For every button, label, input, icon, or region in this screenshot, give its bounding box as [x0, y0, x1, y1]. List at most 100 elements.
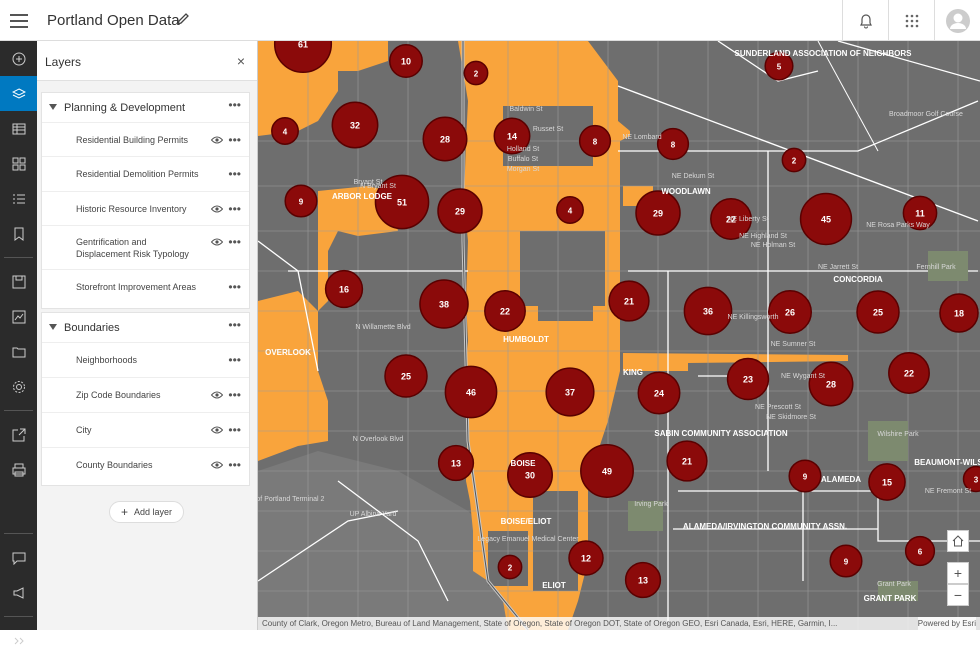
cluster-marker[interactable]: 46 — [444, 365, 498, 419]
more-options-icon[interactable]: ••• — [228, 424, 241, 436]
more-options-icon[interactable]: ••• — [228, 459, 241, 471]
add-layer-button[interactable]: + Add layer — [109, 501, 184, 523]
layer-item[interactable]: Historic Resource Inventory ••• — [42, 192, 249, 226]
more-options-icon[interactable]: ••• — [228, 319, 241, 331]
cluster-marker[interactable]: 29 — [635, 190, 681, 236]
visibility-eye-icon[interactable] — [211, 391, 223, 399]
cluster-marker[interactable]: 9 — [788, 459, 822, 493]
visibility-eye-icon[interactable] — [211, 461, 223, 469]
cluster-marker[interactable]: 13 — [624, 561, 662, 599]
cluster-marker[interactable]: 8 — [656, 127, 690, 161]
add-data-icon[interactable] — [0, 41, 37, 76]
cluster-marker[interactable]: 36 — [683, 286, 733, 336]
map-canvas[interactable]: 6110232428 148 8529 5129 4 2922 45111638222136… — [258, 41, 980, 630]
cluster-marker[interactable]: 37 — [545, 367, 595, 417]
powered-by-esri[interactable]: Powered by Esri — [917, 617, 976, 630]
layer-item[interactable]: County Boundaries ••• — [42, 448, 249, 484]
cluster-count: 2 — [474, 70, 479, 79]
cluster-marker[interactable]: 8 — [578, 124, 612, 158]
settings-gear-icon[interactable] — [0, 369, 37, 404]
cluster-marker[interactable]: 29 — [437, 188, 483, 234]
whats-new-megaphone-icon[interactable] — [0, 575, 37, 610]
cluster-marker[interactable]: 22 — [888, 352, 930, 394]
zoom-in-button[interactable]: + — [947, 562, 969, 584]
cluster-marker[interactable]: 13 — [437, 444, 475, 482]
analysis-chart-icon[interactable] — [0, 299, 37, 334]
expand-chevrons-icon[interactable] — [0, 623, 37, 658]
cluster-marker[interactable]: 15 — [868, 463, 906, 501]
more-options-icon[interactable]: ••• — [228, 354, 241, 366]
cluster-marker[interactable]: 9 — [284, 184, 318, 218]
layer-item[interactable]: Residential Building Permits ••• — [42, 123, 249, 157]
folder-icon[interactable] — [0, 334, 37, 369]
cluster-marker[interactable]: 2 — [497, 554, 523, 580]
visibility-eye-icon[interactable] — [211, 238, 223, 246]
cluster-marker[interactable]: 32 — [331, 101, 379, 149]
layer-item[interactable]: Gentrification and Displacement Risk Typ… — [42, 226, 249, 270]
more-options-icon[interactable]: ••• — [228, 389, 241, 401]
visibility-eye-icon[interactable] — [211, 136, 223, 144]
bookmark-icon[interactable] — [0, 216, 37, 251]
share-icon[interactable] — [0, 417, 37, 452]
more-options-icon[interactable]: ••• — [228, 236, 241, 248]
cluster-marker[interactable]: 28 — [422, 116, 468, 162]
group-header[interactable]: Boundaries ••• — [42, 313, 249, 343]
layer-item[interactable]: Storefront Improvement Areas ••• — [42, 270, 249, 304]
cluster-marker[interactable]: 12 — [568, 540, 604, 576]
cluster-marker[interactable]: 28 — [808, 361, 854, 407]
layer-item[interactable]: Neighborhoods ••• — [42, 343, 249, 378]
street-label: NE Skidmore St — [766, 414, 816, 421]
cluster-marker[interactable]: 4 — [271, 117, 299, 145]
layer-item[interactable]: Residential Demolition Permits ••• — [42, 157, 249, 192]
cluster-marker[interactable]: 38 — [419, 279, 469, 329]
more-options-icon[interactable]: ••• — [228, 203, 241, 215]
map-view[interactable]: 61 10 2 32 4 28 14 8 8 5 2 9 51 29 4 29 22 45 11 16 38 22 21 36… — [258, 41, 980, 630]
cluster-marker[interactable]: 2 — [781, 147, 807, 173]
more-options-icon[interactable]: ••• — [228, 99, 241, 111]
visibility-eye-icon[interactable] — [211, 426, 223, 434]
more-options-icon[interactable]: ••• — [228, 168, 241, 180]
cluster-marker[interactable]: 21 — [608, 280, 650, 322]
cluster-marker[interactable]: 4 — [556, 196, 584, 224]
cluster-marker[interactable]: 22 — [484, 290, 526, 332]
table-icon[interactable] — [0, 111, 37, 146]
cluster-marker[interactable]: 25 — [384, 354, 428, 398]
cluster-marker[interactable]: 26 — [767, 289, 813, 335]
cluster-count: 28 — [826, 380, 836, 390]
close-icon[interactable]: × — [237, 53, 245, 69]
cluster-marker[interactable]: 9 — [829, 544, 863, 578]
caret-down-icon[interactable] — [49, 324, 57, 330]
legend-list-icon[interactable] — [0, 181, 37, 216]
print-icon[interactable] — [0, 452, 37, 487]
cluster-marker[interactable]: 6 — [904, 535, 936, 567]
feedback-icon[interactable] — [0, 540, 37, 575]
group-header[interactable]: Planning & Development ••• — [42, 93, 249, 123]
layers-icon[interactable] — [0, 76, 37, 111]
cluster-count: 51 — [397, 198, 407, 208]
home-icon[interactable] — [947, 530, 969, 552]
cluster-marker[interactable]: 16 — [324, 269, 364, 309]
save-icon[interactable] — [0, 264, 37, 299]
cluster-marker[interactable]: 10 — [389, 44, 423, 78]
more-options-icon[interactable]: ••• — [228, 281, 241, 293]
notifications-bell-icon[interactable] — [842, 0, 888, 41]
cluster-marker[interactable]: 21 — [666, 440, 708, 482]
layer-item[interactable]: City ••• — [42, 413, 249, 448]
cluster-marker[interactable]: 18 — [939, 293, 979, 333]
basemap-gallery-icon[interactable] — [0, 146, 37, 181]
zoom-out-button[interactable]: − — [947, 584, 969, 606]
cluster-marker[interactable]: 25 — [856, 290, 900, 334]
cluster-marker[interactable]: 24 — [637, 371, 681, 415]
pencil-icon[interactable] — [176, 12, 190, 26]
cluster-marker[interactable]: 49 — [580, 444, 634, 498]
cluster-marker[interactable]: 23 — [726, 357, 770, 401]
layer-item[interactable]: Zip Code Boundaries ••• — [42, 378, 249, 413]
user-avatar[interactable] — [934, 0, 980, 41]
menu-icon[interactable] — [10, 11, 28, 29]
visibility-eye-icon[interactable] — [211, 205, 223, 213]
cluster-marker[interactable]: 45 — [799, 192, 853, 246]
caret-down-icon[interactable] — [49, 104, 57, 110]
app-launcher-grid-icon[interactable] — [888, 0, 934, 41]
cluster-marker[interactable]: 2 — [463, 60, 489, 86]
more-options-icon[interactable]: ••• — [228, 134, 241, 146]
